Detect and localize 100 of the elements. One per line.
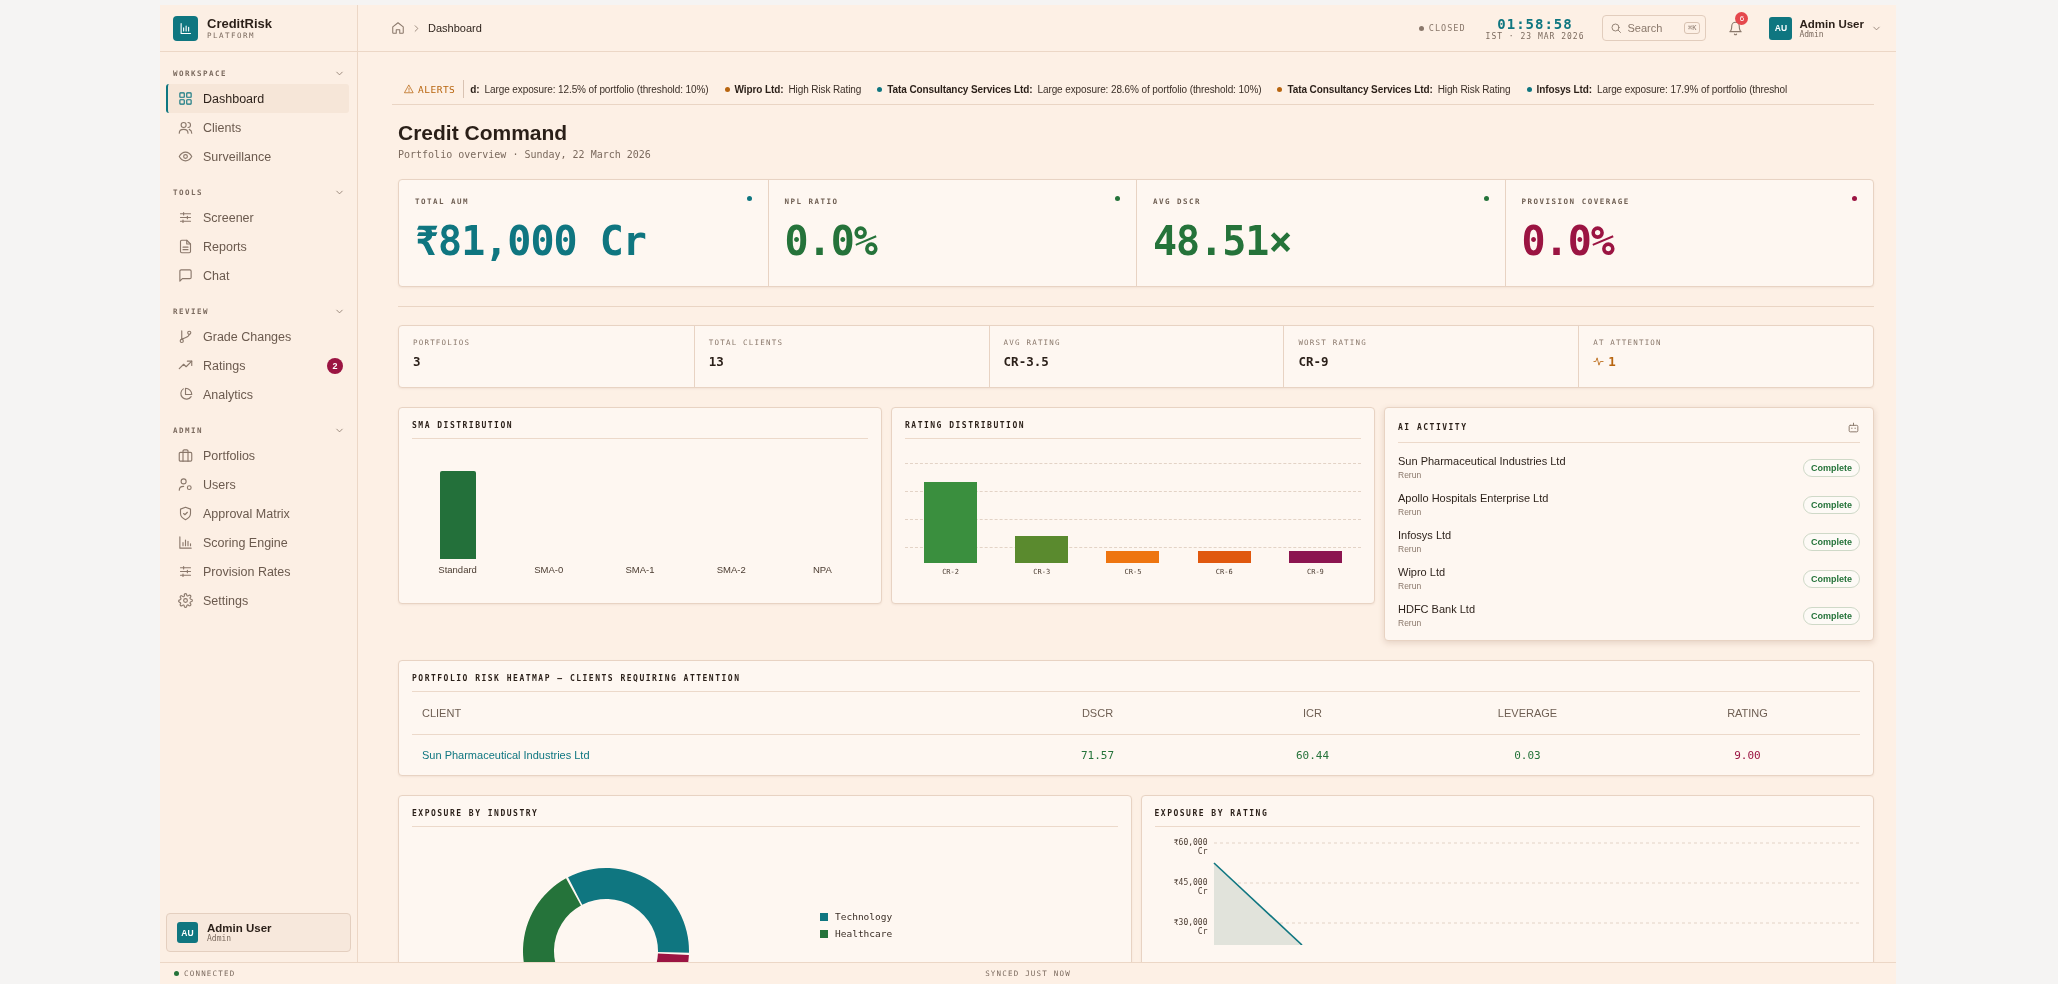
alert-company[interactable]: Tata Consultancy Services Ltd: <box>887 83 1033 95</box>
pie-icon <box>178 387 193 402</box>
axis-label: SMA-2 <box>716 564 746 576</box>
sidebar-item[interactable]: Settings <box>166 586 349 615</box>
sidebar-item[interactable]: Provision Rates <box>166 557 349 586</box>
user-name: Admin User <box>207 922 272 934</box>
kpi-value: 0.0% <box>784 218 879 264</box>
kpi-value: ₹81,000 Cr <box>415 218 647 264</box>
column-header: LEVERAGE <box>1496 707 1559 719</box>
avatar: AU <box>1769 16 1793 40</box>
eye-icon <box>178 149 193 164</box>
axis-tick-label: ₹30,000 Cr <box>1172 918 1208 936</box>
branch-icon <box>178 329 193 344</box>
chat-icon <box>178 268 193 283</box>
axis-tick-label: ₹60,000 Cr <box>1172 838 1208 856</box>
user-gear-icon <box>178 477 193 492</box>
alert-message: High Risk Rating <box>788 83 862 95</box>
sidebar-item[interactable]: Dashboard <box>166 84 349 113</box>
sliders-icon <box>178 564 193 579</box>
sidebar-item[interactable]: Clients <box>166 113 349 142</box>
table-cell-text: 9.00 <box>1733 748 1762 762</box>
sidebar-item[interactable]: Chat <box>166 261 349 290</box>
alert-company[interactable]: d: <box>470 83 480 95</box>
card-title: AI ACTIVITY <box>1398 423 1468 432</box>
robot-icon <box>1847 421 1860 434</box>
activity-client[interactable]: Infosys Ltd <box>1398 529 1452 541</box>
sidebar-item[interactable]: Scoring Engine <box>166 528 349 557</box>
table-cell-text: 71.57 <box>1079 748 1116 762</box>
sidebar-item[interactable]: Analytics <box>166 380 349 409</box>
logo-icon <box>173 15 198 41</box>
sidebar-item[interactable]: Screener <box>166 203 349 232</box>
activity-action: Rerun <box>1398 507 1423 517</box>
card-title: PORTFOLIO RISK HEATMAP — CLIENTS REQUIRING ATTENTION <box>412 674 741 683</box>
card-title: EXPOSURE BY INDUSTRY <box>412 809 539 818</box>
notifications-button[interactable] <box>1728 20 1744 36</box>
status-badge: Complete <box>1803 495 1860 514</box>
home-icon <box>391 21 405 35</box>
sidebar-item[interactable]: Approval Matrix <box>166 499 349 528</box>
legend-label: Healthcare <box>835 928 893 939</box>
alert-message: Large exposure: 17.9% of portfolio (threshol <box>1597 83 1788 95</box>
client-link[interactable]: Sun Pharmaceutical Industries Ltd <box>412 749 990 761</box>
alert-company[interactable]: Tata Consultancy Services Ltd: <box>1287 83 1433 95</box>
sidebar-item[interactable]: Portfolios <box>166 441 349 470</box>
table-cell-text: 0.03 <box>1513 748 1542 762</box>
count-badge: 2 <box>327 357 343 374</box>
axis-label: NPA <box>812 564 832 576</box>
alert-message: High Risk Rating <box>1437 83 1511 95</box>
activity-client[interactable]: Apollo Hospitals Enterprise Ltd <box>1398 492 1549 504</box>
brand-name: CreditRisk <box>207 16 273 31</box>
card-title: RATING DISTRIBUTION <box>905 421 1025 430</box>
column-header: CLIENT <box>421 707 463 719</box>
card-title: EXPOSURE BY RATING <box>1154 809 1269 818</box>
connection-dot <box>174 971 179 976</box>
bar-chart-icon <box>178 535 193 550</box>
activity-client[interactable]: HDFC Bank Ltd <box>1398 603 1476 615</box>
alerts-tag: ALERTS <box>392 80 465 98</box>
clock-date: IST · 23 MAR 2026 <box>1485 31 1585 41</box>
page-subtitle: Portfolio overview · Sunday, 22 March 2026 <box>398 149 652 160</box>
clock-time: 01:58:58 <box>1496 15 1574 32</box>
column-header: DSCR <box>1080 707 1115 719</box>
activity-action: Rerun <box>1398 581 1423 591</box>
table-cell-text: 60.44 <box>1294 748 1331 762</box>
user-card[interactable]: AU Admin User Admin <box>166 913 351 952</box>
pulse-icon <box>1593 356 1605 367</box>
axis-label: SMA-0 <box>534 564 564 576</box>
avatar: AU <box>177 922 198 943</box>
document-icon <box>178 239 193 254</box>
sidebar-item[interactable]: Ratings 2 <box>166 351 349 380</box>
kpi-value: 0.0% <box>1521 218 1616 264</box>
stat-value: CR-9 <box>1298 354 1329 369</box>
breadcrumb[interactable]: Dashboard <box>428 22 482 34</box>
users-icon <box>178 120 193 135</box>
user-role: Admin <box>1799 29 1825 39</box>
bell-icon <box>1728 20 1744 36</box>
sidebar-item[interactable]: Surveillance <box>166 142 349 171</box>
alert-message: Large exposure: 28.6% of portfolio (threshold: 10%) <box>1037 83 1262 95</box>
activity-action: Rerun <box>1398 470 1423 480</box>
activity-client[interactable]: Sun Pharmaceutical Industries Ltd <box>1398 455 1566 467</box>
activity-client[interactable]: Wipro Ltd <box>1398 566 1446 578</box>
alert-company[interactable]: Wipro Ltd: <box>734 83 784 95</box>
alert-company[interactable]: Infosys Ltd: <box>1536 83 1592 95</box>
alert-message: Large exposure: 12.5% of portfolio (threshold: 10%) <box>484 83 709 95</box>
shield-icon <box>178 506 193 521</box>
search-icon <box>1610 22 1623 34</box>
stat-value: 13 <box>708 354 724 369</box>
settings-icon <box>178 593 193 608</box>
sidebar-item[interactable]: Grade Changes <box>166 322 349 351</box>
status-badge: Complete <box>1803 532 1860 551</box>
sidebar-item[interactable]: Users <box>166 470 349 499</box>
card-title: SMA DISTRIBUTION <box>412 421 514 430</box>
column-header: RATING <box>1726 707 1769 719</box>
page-title: Credit Command <box>398 121 569 145</box>
status-badge: Complete <box>1803 606 1860 625</box>
status-badge: Complete <box>1803 458 1860 477</box>
market-status: CLOSED <box>1428 23 1466 33</box>
sidebar-item[interactable]: Reports <box>166 232 349 261</box>
axis-label: SMA-1 <box>625 564 655 576</box>
grid-icon <box>178 91 193 106</box>
stat-value: CR-3.5 <box>1003 354 1049 369</box>
warning-icon <box>404 84 414 94</box>
